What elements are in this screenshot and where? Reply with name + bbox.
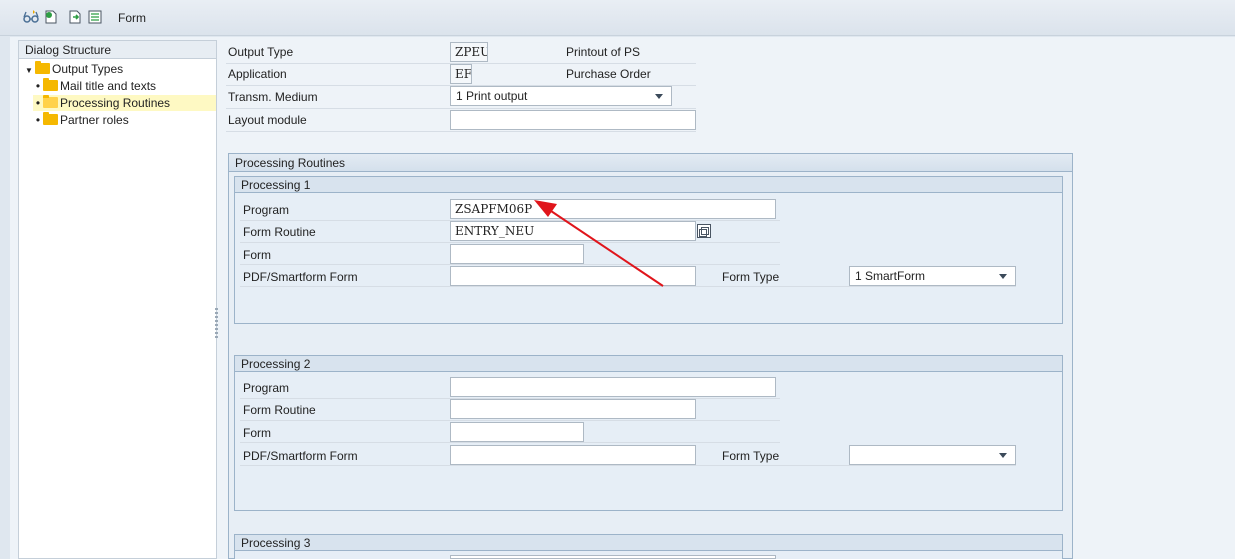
arrow-head bbox=[534, 200, 557, 217]
arrow-shaft bbox=[547, 208, 664, 287]
annotation-arrow bbox=[534, 200, 664, 287]
